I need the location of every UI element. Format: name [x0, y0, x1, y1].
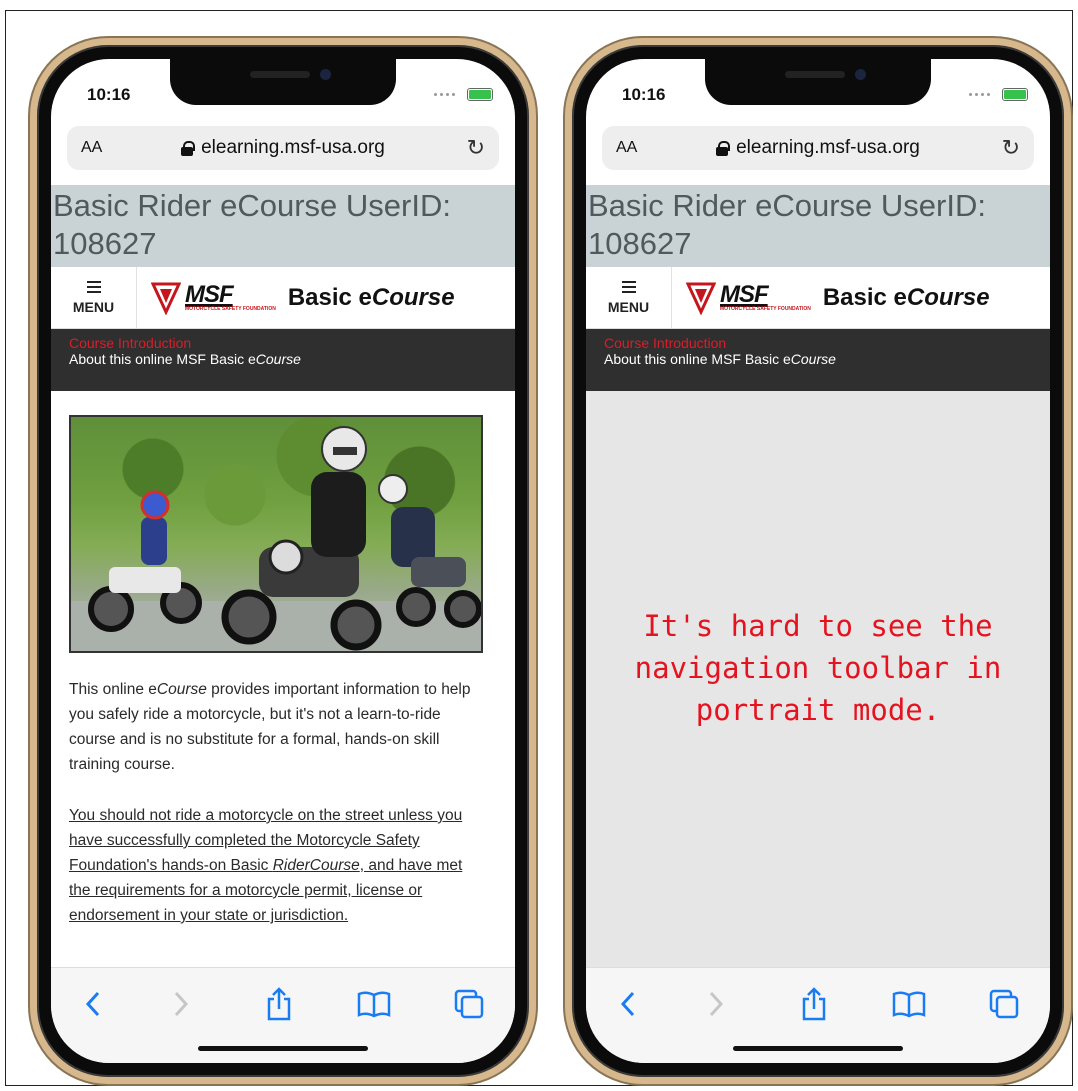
- breadcrumb-page: About this online MSF Basic eCourse: [604, 351, 836, 367]
- safari-toolbar: [51, 967, 515, 1063]
- reload-icon[interactable]: ↻: [960, 135, 1020, 161]
- intro-paragraph: This online eCourse provides important i…: [69, 681, 471, 773]
- status-time: 10:16: [87, 85, 131, 104]
- breadcrumb: Course Introduction About this online MS…: [51, 329, 515, 391]
- course-header: MENU MSF MOTORCYCLE SAFETY FOUNDATION Ba…: [586, 267, 1050, 329]
- course-name: Basic eCourse: [287, 283, 455, 311]
- page-title: Basic Rider eCourse UserID: 108627: [51, 185, 515, 267]
- notch: [705, 59, 931, 105]
- bookmarks-button[interactable]: [356, 986, 392, 1022]
- forward-button[interactable]: [163, 986, 199, 1022]
- share-icon: [802, 987, 826, 1021]
- tabs-icon: [454, 989, 484, 1019]
- msf-logo: MSF MOTORCYCLE SAFETY FOUNDATION: [686, 281, 811, 315]
- msf-logo-text: MSF: [185, 281, 234, 308]
- url-text[interactable]: elearning.msf-usa.org: [736, 137, 920, 159]
- hamburger-icon: [86, 280, 101, 293]
- msf-logo-subtext: MOTORCYCLE SAFETY FOUNDATION: [720, 306, 811, 312]
- page-title: Basic Rider eCourse UserID: 108627: [586, 185, 1050, 267]
- status-time: 10:16: [622, 85, 666, 104]
- reader-text-size-button[interactable]: AA: [616, 139, 676, 157]
- msf-logo-subtext: MOTORCYCLE SAFETY FOUNDATION: [185, 306, 276, 312]
- motorcycle-riders-photo: [69, 415, 483, 653]
- speaker: [250, 71, 310, 78]
- reader-text-size-button[interactable]: AA: [81, 139, 141, 157]
- course-logo: MSF MOTORCYCLE SAFETY FOUNDATION Basic e…: [672, 281, 990, 315]
- front-camera: [855, 69, 866, 80]
- tabs-button[interactable]: [986, 986, 1022, 1022]
- front-camera: [320, 69, 331, 80]
- notch: [170, 59, 396, 105]
- back-button[interactable]: [75, 986, 111, 1022]
- signal-icon: [434, 93, 455, 96]
- breadcrumb-section[interactable]: Course Introduction: [604, 335, 1032, 351]
- annotation-text: It's hard to see the navigation toolbar …: [634, 609, 1002, 727]
- course-name: Basic eCourse: [822, 283, 990, 311]
- menu-label: MENU: [72, 298, 115, 315]
- signal-icon: [969, 93, 990, 96]
- share-icon: [267, 987, 291, 1021]
- battery-icon: [467, 88, 493, 101]
- tabs-icon: [989, 989, 1019, 1019]
- bookmarks-button[interactable]: [891, 986, 927, 1022]
- warning-paragraph[interactable]: You should not ride a motorcycle on the …: [69, 803, 479, 928]
- back-icon: [85, 991, 100, 1017]
- back-icon: [620, 991, 635, 1017]
- riders-illustration: [88, 426, 481, 651]
- address-bar[interactable]: AA elearning.msf-usa.org ↻: [602, 126, 1034, 170]
- course-logo: MSF MOTORCYCLE SAFETY FOUNDATION Basic e…: [137, 281, 455, 315]
- menu-button[interactable]: MENU: [51, 267, 137, 328]
- breadcrumb: Course Introduction About this online MS…: [586, 329, 1050, 391]
- phone-screen: 10:16 AA elearning.msf-usa.org ↻ Basic R…: [586, 59, 1050, 1063]
- annotation-overlay: It's hard to see the navigation toolbar …: [586, 391, 1050, 967]
- back-button[interactable]: [610, 986, 646, 1022]
- msf-shield-icon: [151, 282, 181, 315]
- safari-toolbar: [586, 967, 1050, 1063]
- msf-logo: MSF MOTORCYCLE SAFETY FOUNDATION: [151, 281, 276, 315]
- phone-left: 10:16 AA elearning.msf-usa.org ↻ Basic R…: [30, 38, 536, 1084]
- forward-icon: [709, 991, 724, 1017]
- bookmarks-icon: [357, 991, 391, 1018]
- breadcrumb-section[interactable]: Course Introduction: [69, 335, 497, 351]
- msf-shield-icon: [686, 282, 716, 315]
- phone-right: 10:16 AA elearning.msf-usa.org ↻ Basic R…: [565, 38, 1071, 1084]
- lock-icon: [181, 140, 196, 156]
- reload-icon[interactable]: ↻: [425, 135, 485, 161]
- home-indicator[interactable]: [733, 1046, 903, 1051]
- menu-label: MENU: [607, 298, 650, 315]
- tabs-button[interactable]: [451, 986, 487, 1022]
- forward-icon: [174, 991, 189, 1017]
- address-bar[interactable]: AA elearning.msf-usa.org ↻: [67, 126, 499, 170]
- breadcrumb-page: About this online MSF Basic eCourse: [69, 351, 301, 367]
- battery-icon: [1002, 88, 1028, 101]
- share-button[interactable]: [261, 986, 297, 1022]
- url-text[interactable]: elearning.msf-usa.org: [201, 137, 385, 159]
- forward-button[interactable]: [698, 986, 734, 1022]
- lock-icon: [716, 140, 731, 156]
- bookmarks-icon: [892, 991, 926, 1018]
- menu-button[interactable]: MENU: [586, 267, 672, 328]
- phone-screen: 10:16 AA elearning.msf-usa.org ↻ Basic R…: [51, 59, 515, 1063]
- share-button[interactable]: [796, 986, 832, 1022]
- speaker: [785, 71, 845, 78]
- course-header: MENU MSF MOTORCYCLE SAFETY FOUNDATION Ba…: [51, 267, 515, 329]
- msf-logo-text: MSF: [720, 281, 769, 308]
- home-indicator[interactable]: [198, 1046, 368, 1051]
- hamburger-icon: [621, 280, 636, 293]
- page-content: This online eCourse provides important i…: [51, 391, 515, 967]
